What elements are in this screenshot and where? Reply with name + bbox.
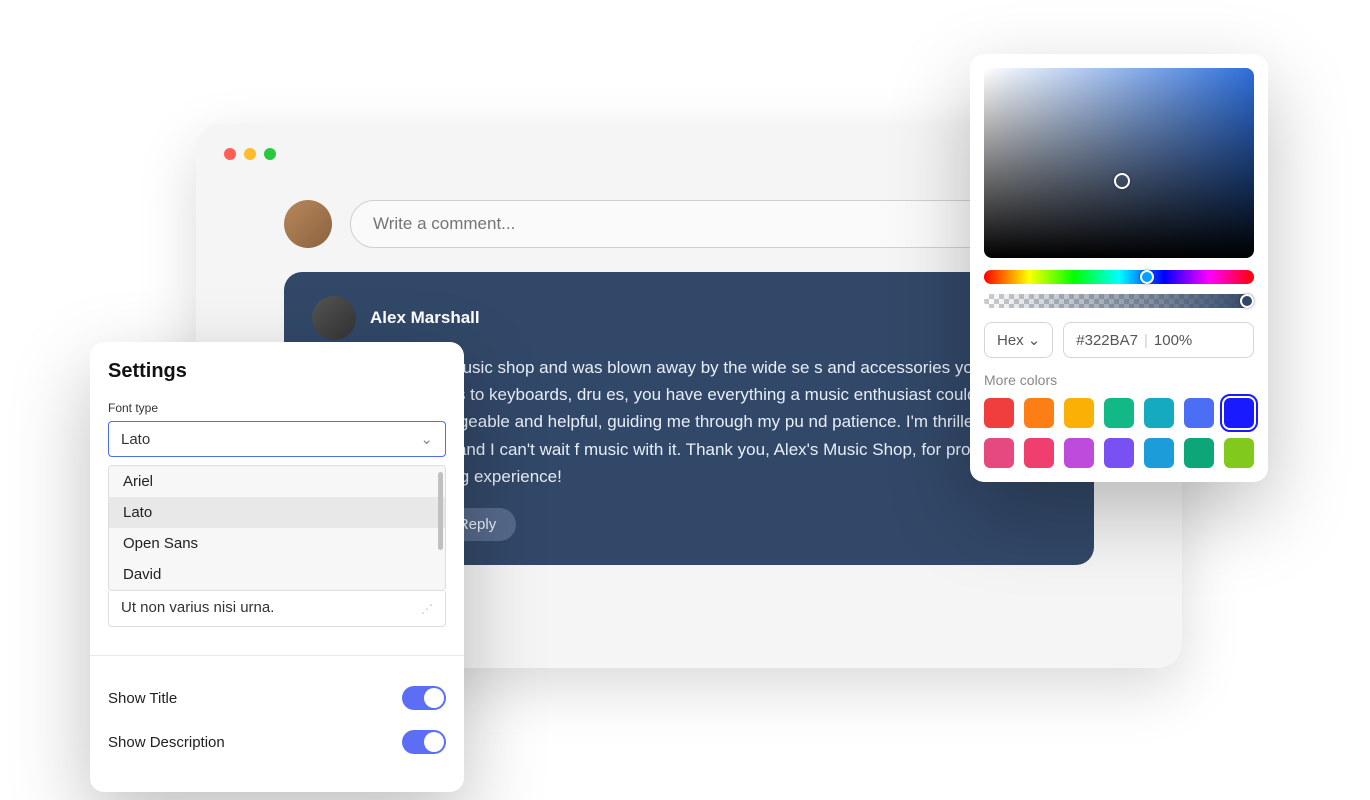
minimize-window-button[interactable]: [244, 148, 256, 160]
color-swatch-1[interactable]: [1024, 398, 1054, 428]
color-swatch-4[interactable]: [1144, 398, 1174, 428]
color-swatch-7[interactable]: [984, 438, 1014, 468]
chevron-down-icon: ⌄: [1028, 331, 1041, 349]
show-description-label: Show Description: [108, 734, 225, 751]
input-separator: |: [1144, 332, 1148, 349]
show-title-row: Show Title: [108, 676, 446, 720]
divider: [90, 655, 464, 656]
font-select-value: Lato: [121, 431, 150, 448]
more-colors-label: More colors: [984, 372, 1254, 388]
font-type-label: Font type: [108, 401, 446, 415]
comment-header: Alex Marshall: [312, 296, 1066, 340]
alpha-value: 100%: [1154, 332, 1192, 349]
close-window-button[interactable]: [224, 148, 236, 160]
hex-value: #322BA7: [1076, 332, 1138, 349]
show-title-toggle[interactable]: [402, 686, 446, 710]
color-swatch-10[interactable]: [1104, 438, 1134, 468]
color-format-value: Hex: [997, 332, 1024, 349]
color-swatch-12[interactable]: [1184, 438, 1214, 468]
resize-handle-icon[interactable]: ⋰: [421, 602, 433, 616]
color-swatch-9[interactable]: [1064, 438, 1094, 468]
color-swatch-6[interactable]: [1224, 398, 1254, 428]
commenter-avatar: [312, 296, 356, 340]
current-user-avatar: [284, 200, 332, 248]
color-swatch-5[interactable]: [1184, 398, 1214, 428]
color-inputs: Hex ⌄ #322BA7 | 100%: [984, 322, 1254, 358]
font-option-david[interactable]: David: [109, 559, 445, 590]
color-picker: Hex ⌄ #322BA7 | 100% More colors: [970, 54, 1268, 482]
comment-body: sited your music shop and was blown away…: [370, 354, 1066, 490]
chevron-down-icon: ⌄: [420, 430, 433, 448]
dropdown-scrollbar[interactable]: [438, 472, 443, 550]
color-format-select[interactable]: Hex ⌄: [984, 322, 1053, 358]
alpha-cursor[interactable]: [1240, 294, 1254, 308]
hex-input[interactable]: #322BA7 | 100%: [1063, 322, 1254, 358]
color-swatch-8[interactable]: [1024, 438, 1054, 468]
show-description-toggle[interactable]: [402, 730, 446, 754]
settings-panel: Settings Font type Lato ⌄ Ariel Lato Ope…: [90, 342, 464, 792]
settings-title: Settings: [108, 360, 446, 383]
textarea-content: Ut non varius nisi urna.: [121, 599, 274, 616]
color-swatch-3[interactable]: [1104, 398, 1134, 428]
color-swatch-11[interactable]: [1144, 438, 1174, 468]
swatch-grid: [984, 398, 1254, 468]
saturation-area[interactable]: [984, 68, 1254, 258]
font-option-opensans[interactable]: Open Sans: [109, 528, 445, 559]
show-description-row: Show Description: [108, 720, 446, 764]
color-swatch-13[interactable]: [1224, 438, 1254, 468]
alpha-slider[interactable]: [984, 294, 1254, 308]
maximize-window-button[interactable]: [264, 148, 276, 160]
hue-cursor[interactable]: [1140, 270, 1154, 284]
font-select[interactable]: Lato ⌄: [108, 421, 446, 457]
font-option-lato[interactable]: Lato: [109, 497, 445, 528]
sample-textarea[interactable]: Ut non varius nisi urna. ⋰: [108, 591, 446, 627]
saturation-cursor[interactable]: [1114, 173, 1130, 189]
show-title-label: Show Title: [108, 690, 177, 707]
commenter-name: Alex Marshall: [370, 308, 480, 328]
color-swatch-2[interactable]: [1064, 398, 1094, 428]
color-swatch-0[interactable]: [984, 398, 1014, 428]
hue-slider[interactable]: [984, 270, 1254, 284]
font-dropdown: Ariel Lato Open Sans David: [108, 465, 446, 591]
font-option-ariel[interactable]: Ariel: [109, 466, 445, 497]
comment-actions: es Reply: [370, 508, 1066, 541]
